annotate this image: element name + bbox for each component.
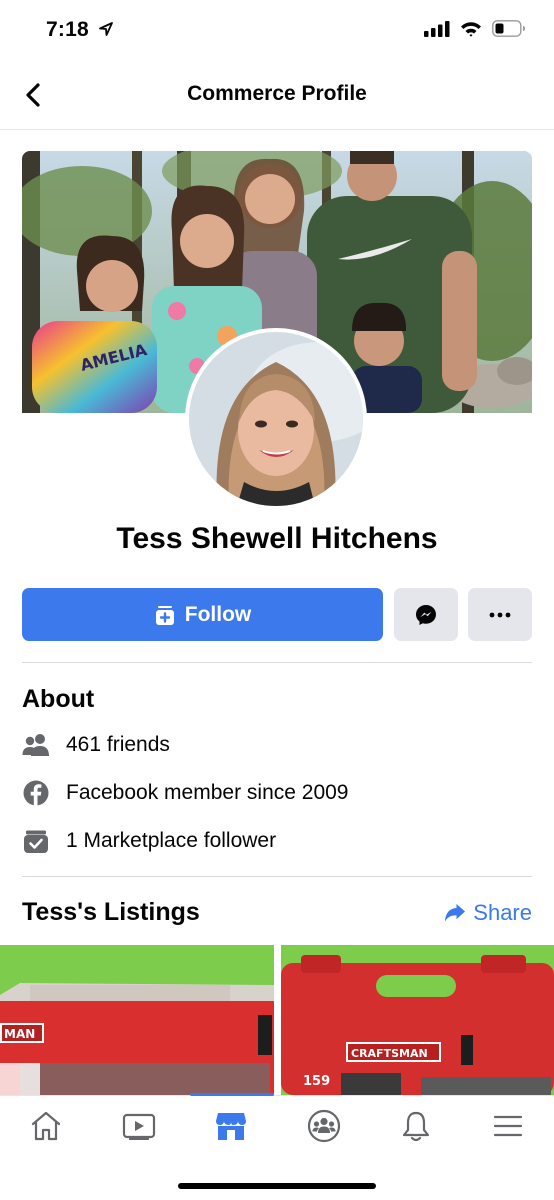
marketplace-follow-icon: [155, 605, 174, 625]
marketplace-follower-icon: [22, 827, 50, 855]
about-title: About: [22, 685, 95, 713]
menu-icon: [493, 1115, 523, 1137]
home-icon: [31, 1111, 61, 1141]
more-options-button[interactable]: [468, 588, 532, 641]
tab-video[interactable]: [113, 1104, 165, 1148]
tab-home[interactable]: [20, 1104, 72, 1148]
about-item-text: 1 Marketplace follower: [66, 829, 277, 852]
status-time-text: 7:18: [46, 18, 89, 41]
marketplace-icon: [216, 1113, 246, 1140]
message-button[interactable]: [394, 588, 458, 641]
listing-item[interactable]: CRAFTSMAN 159: [281, 945, 554, 1095]
listing-count-text: 159: [303, 1074, 330, 1089]
tab-marketplace[interactable]: [205, 1104, 257, 1148]
signal-icon: [424, 20, 450, 37]
listing-image: CRAFTSMAN 159: [281, 945, 554, 1095]
follow-label: Follow: [184, 602, 252, 626]
share-button[interactable]: Share: [444, 900, 532, 926]
listing-brand-text: CRAFTSMAN: [351, 1047, 428, 1060]
groups-icon: [307, 1109, 341, 1143]
facebook-icon: [22, 779, 50, 807]
more-dots-icon: [489, 612, 511, 617]
follow-button[interactable]: Follow: [22, 588, 383, 641]
profile-name: Tess Shewell Hitchens: [116, 522, 438, 555]
about-item-friends: 461 friends: [22, 730, 170, 760]
tab-groups[interactable]: [298, 1104, 350, 1148]
wifi-icon: [461, 21, 481, 37]
status-bar: 7:18: [0, 0, 554, 60]
video-icon: [122, 1113, 156, 1140]
notifications-icon: [402, 1111, 430, 1142]
home-indicator: [178, 1183, 376, 1189]
divider: [22, 876, 532, 877]
about-item-text: Facebook member since 2009: [66, 781, 349, 804]
header: Commerce Profile: [0, 60, 554, 130]
location-arrow-icon: [98, 22, 113, 36]
messenger-icon: [416, 604, 436, 625]
tab-menu[interactable]: [482, 1104, 534, 1148]
listing-brand-text: MAN: [4, 1027, 35, 1041]
divider: [22, 662, 532, 663]
avatar-image: [189, 332, 363, 506]
about-item-marketplace-follower: 1 Marketplace follower: [22, 826, 276, 856]
battery-icon: [492, 20, 525, 37]
profile-avatar[interactable]: [185, 328, 367, 510]
listing-image: MAN: [0, 945, 274, 1095]
listings-title: Tess's Listings: [22, 898, 200, 926]
about-item-text: 461 friends: [66, 733, 170, 756]
status-indicators: [424, 20, 526, 37]
share-label: Share: [473, 900, 532, 925]
page-title: Commerce Profile: [187, 82, 367, 105]
status-time: 7:18: [46, 18, 114, 42]
listing-item[interactable]: MAN: [0, 945, 274, 1095]
tab-notifications[interactable]: [390, 1104, 442, 1148]
friends-icon: [22, 731, 50, 759]
about-item-member-since: Facebook member since 2009: [22, 778, 349, 808]
share-arrow-icon: [445, 904, 466, 922]
active-tab-indicator: [190, 1093, 274, 1096]
